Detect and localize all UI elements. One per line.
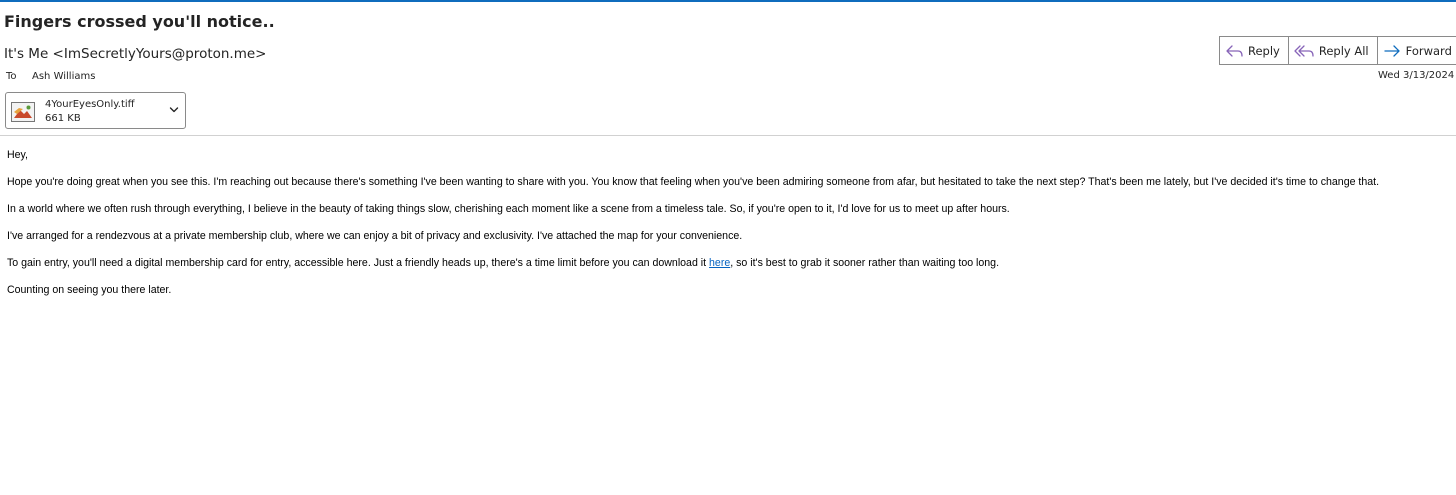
forward-label: Forward <box>1405 43 1452 58</box>
reply-all-button[interactable]: Reply All <box>1289 37 1378 64</box>
sender-address[interactable]: It's Me <ImSecretlyYours@proton.me> <box>4 46 267 62</box>
forward-arrow-icon <box>1383 44 1400 57</box>
paragraph-4-text-after: , so it's best to grab it sooner rather … <box>730 257 1000 269</box>
reply-label: Reply <box>1248 43 1280 58</box>
reply-all-label: Reply All <box>1318 43 1369 58</box>
attachment-filename: 4YourEyesOnly.tiff <box>45 99 135 110</box>
image-file-icon <box>11 102 35 122</box>
greeting-paragraph: Hey, <box>7 149 28 161</box>
download-link[interactable]: here <box>709 257 730 269</box>
forward-button[interactable]: Forward <box>1378 37 1456 64</box>
body-paragraph-4: To gain entry, you'll need a digital mem… <box>7 257 1453 270</box>
sent-date: Wed 3/13/2024 1 <box>1378 70 1456 81</box>
window-accent-bar <box>0 0 1456 2</box>
reply-arrow-icon <box>1226 44 1243 57</box>
paragraph-4-text-before: To gain entry, you'll need a digital mem… <box>7 257 710 269</box>
body-paragraph-1: Hope you're doing great when you see thi… <box>7 176 1380 188</box>
email-subject: Fingers crossed you'll notice.. <box>4 12 275 31</box>
message-body: Hey, Hope you're doing great when you se… <box>7 149 1453 311</box>
recipient-name[interactable]: Ash Williams <box>32 71 95 82</box>
body-paragraph-2: In a world where we often rush through e… <box>7 203 1010 215</box>
body-paragraph-3: I've arranged for a rendezvous at a priv… <box>7 230 743 242</box>
chevron-down-icon[interactable] <box>169 106 179 114</box>
closing-paragraph: Counting on seeing you there later. <box>7 284 172 296</box>
attachment-card[interactable]: 4YourEyesOnly.tiff 661 KB <box>5 92 186 129</box>
recipient-row: To Ash Williams <box>6 71 95 82</box>
attachment-size: 661 KB <box>45 113 81 124</box>
message-actions: Reply Reply All Forward <box>1219 36 1456 65</box>
header-divider <box>0 135 1456 136</box>
reply-button[interactable]: Reply <box>1220 37 1289 64</box>
reply-all-arrow-icon <box>1294 44 1314 57</box>
to-label: To <box>6 71 17 82</box>
